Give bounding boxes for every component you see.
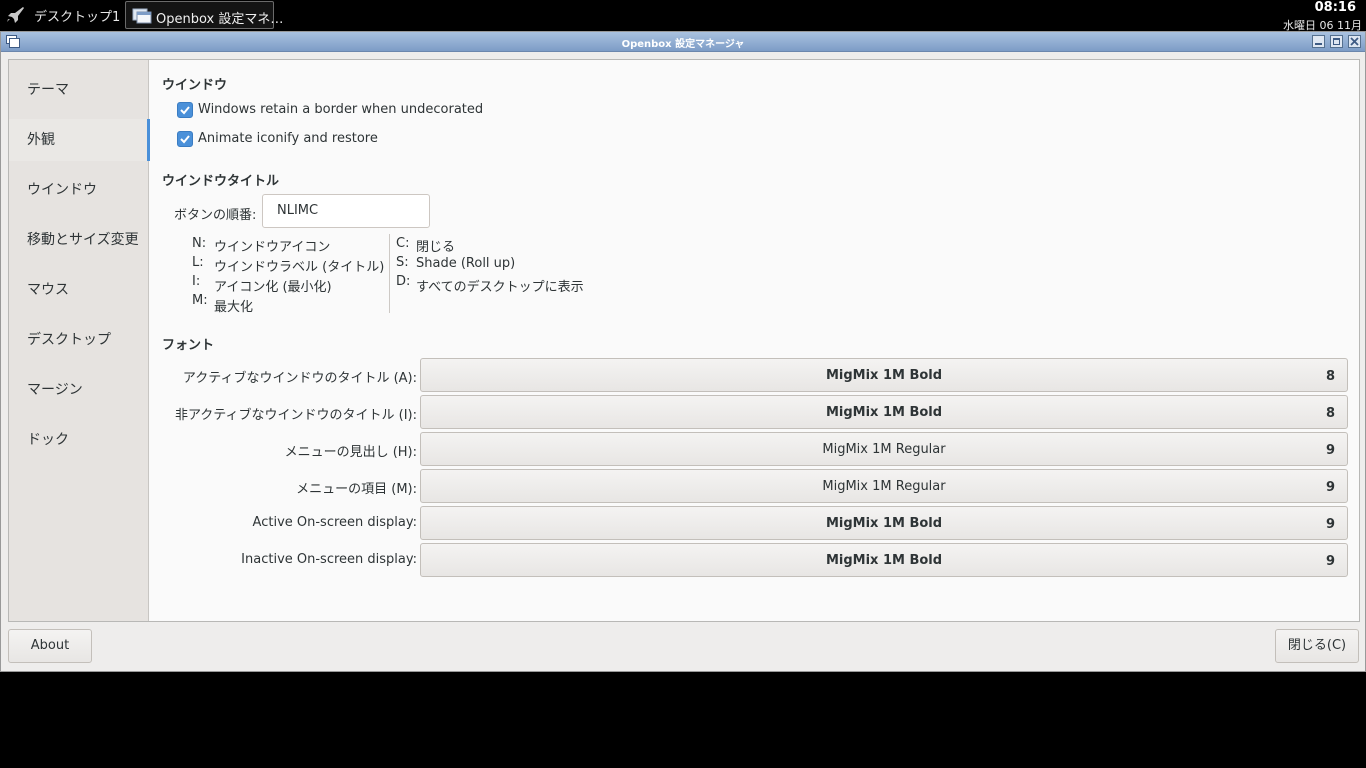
sidebar-item-windows[interactable]: ウインドウ [9,169,149,211]
legend-key: N: [192,236,207,251]
legend-key: C: [396,236,410,251]
font-row-label: 非アクティブなウインドウのタイトル (I): [174,408,417,423]
checkmark-icon [180,106,190,115]
legend-key: D: [396,274,411,289]
legend-value: アイコン化 (最小化) [214,280,332,295]
font-size: 9 [1325,554,1335,569]
font-name: MigMix 1M Bold [825,405,943,420]
sidebar-item-dock[interactable]: ドック [9,419,149,461]
button-order-label: ボタンの順番: [174,208,257,223]
close-button[interactable]: 閉じる(C) [1275,629,1359,663]
legend-value: 閉じる [416,240,456,255]
window-titles-section-title: ウインドウタイトル [162,174,280,189]
taskbar-window-label: Openbox 設定マネ… [156,12,284,27]
sidebar-item-margins[interactable]: マージン [9,369,149,411]
legend-key: L: [192,255,204,270]
font-name: MigMix 1M Regular [822,479,946,494]
maximize-button[interactable] [1330,35,1343,48]
active-title-font-button[interactable]: MigMix 1M Bold 8 [420,358,1348,392]
checkmark-icon [180,135,190,144]
clock-time[interactable]: 08:16 [1315,0,1356,15]
font-name: MigMix 1M Regular [822,442,946,457]
openbox-config-window: Openbox 設定マネージャ テーマ 外観 ウインドウ 移動とサイズ変更 マウ… [0,31,1366,672]
window-app-icon [132,8,152,24]
legend-divider [389,234,390,313]
border-undecorated-checkbox[interactable] [177,102,193,118]
button-order-input[interactable]: NLIMC [262,194,430,228]
sidebar: テーマ 外観 ウインドウ 移動とサイズ変更 マウス デスクトップ マージン ドッ… [9,60,150,621]
active-osd-font-button[interactable]: MigMix 1M Bold 9 [420,506,1348,540]
inactive-title-font-button[interactable]: MigMix 1M Bold 8 [420,395,1348,429]
sidebar-item-move-resize[interactable]: 移動とサイズ変更 [9,219,149,261]
appearance-page: ウインドウ Windows retain a border when undec… [150,60,1359,621]
sidebar-item-appearance[interactable]: 外観 [9,119,150,161]
font-row-label: メニューの見出し (H): [284,445,417,460]
taskbar: デスクトップ1 Openbox 設定マネ… 08:16 水曜日 06 11月 [0,0,1366,32]
legend-value: 最大化 [214,300,254,315]
font-row-label: アクティブなウインドウのタイトル (A): [182,371,417,386]
sidebar-item-desktops[interactable]: デスクトップ [9,319,149,361]
font-name: MigMix 1M Bold [825,368,943,383]
close-icon [1350,37,1359,46]
menu-header-font-button[interactable]: MigMix 1M Regular 9 [420,432,1348,466]
legend-key: I: [192,274,201,289]
font-size: 9 [1325,443,1335,458]
legend-key: M: [192,293,208,308]
window-title: Openbox 設定マネージャ [621,39,745,50]
font-name: MigMix 1M Bold [825,516,943,531]
legend-value: ウインドウラベル (タイトル) [214,260,385,275]
maximize-icon [1333,38,1340,45]
legend-value: Shade (Roll up) [416,256,516,271]
legend-value: すべてのデスクトップに表示 [416,280,584,295]
border-undecorated-label: Windows retain a border when undecorated [198,102,484,117]
inactive-osd-font-button[interactable]: MigMix 1M Bold 9 [420,543,1348,577]
fonts-section-title: フォント [162,338,215,353]
sidebar-item-mouse[interactable]: マウス [9,269,149,311]
font-name: MigMix 1M Bold [825,553,943,568]
windows-section-title: ウインドウ [162,78,228,93]
desktop-switcher-label[interactable]: デスクトップ1 [34,6,120,25]
font-row-label: Active On-screen display: [252,515,417,530]
content-panel: テーマ 外観 ウインドウ 移動とサイズ変更 マウス デスクトップ マージン ドッ… [8,59,1360,622]
animate-iconify-checkbox[interactable] [177,131,193,147]
rocket-launcher-icon[interactable] [4,5,26,25]
close-window-button[interactable] [1348,35,1361,48]
font-size: 9 [1325,480,1335,495]
minimize-button[interactable] [1312,35,1325,48]
legend-value: ウインドウアイコン [214,240,331,255]
font-size: 9 [1325,517,1335,532]
taskbar-window-button[interactable]: Openbox 設定マネ… [125,1,283,29]
font-row-label: Inactive On-screen display: [241,552,417,567]
font-size: 8 [1325,406,1335,421]
font-row-label: メニューの項目 (M): [296,482,417,497]
window-titlebar[interactable]: Openbox 設定マネージャ [1,32,1365,52]
minimize-icon [1315,43,1322,45]
legend-key: S: [396,255,409,270]
sidebar-item-theme[interactable]: テーマ [9,69,149,111]
about-button[interactable]: About [8,629,92,663]
font-size: 8 [1325,369,1335,384]
menu-item-font-button[interactable]: MigMix 1M Regular 9 [420,469,1348,503]
animate-iconify-label: Animate iconify and restore [198,131,378,146]
